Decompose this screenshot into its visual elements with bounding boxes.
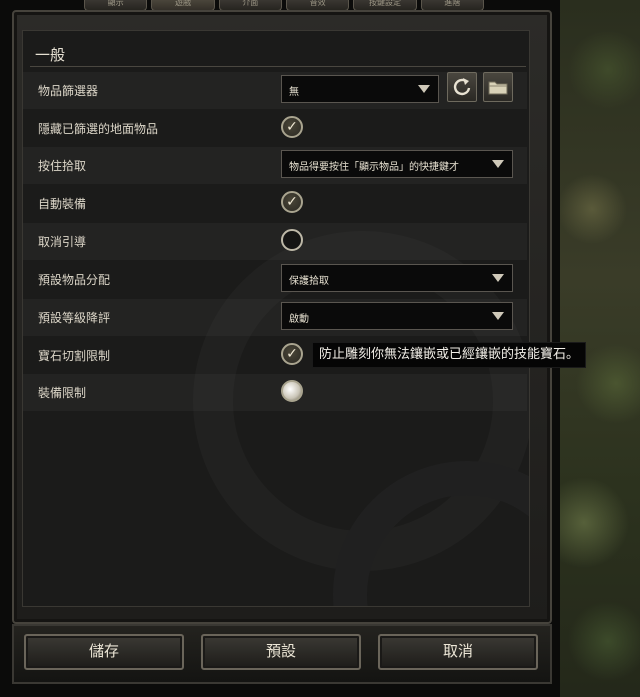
row-equip-limit: 裝備限制 [23, 374, 527, 411]
checkmark-icon: ✓ [286, 119, 298, 135]
hide-filtered-checkbox[interactable]: ✓ [281, 116, 303, 138]
row-default-downgrade: 預設等級降評 啟動 [23, 299, 527, 336]
tooltip: 防止雕刻你無法鑲嵌或已經鑲嵌的技能寶石。 [312, 342, 587, 368]
hold-pickup-value: 物品得要按住「顯示物品」的快捷鍵才 [289, 162, 459, 173]
default-downgrade-value: 啟動 [289, 314, 309, 325]
save-button[interactable]: 儲存 [24, 634, 184, 670]
hold-pickup-label: 按住拾取 [38, 159, 87, 173]
default-downgrade-dropdown[interactable]: 啟動 [281, 302, 513, 330]
hold-pickup-dropdown[interactable]: 物品得要按住「顯示物品」的快捷鍵才 [281, 150, 513, 178]
open-folder-button[interactable] [483, 72, 513, 102]
gem-cut-limit-checkbox[interactable]: ✓ [281, 343, 303, 365]
row-hide-filtered: 隱藏已篩選的地面物品 ✓ [23, 110, 527, 147]
chevron-down-icon [418, 85, 430, 93]
reset-icon [453, 78, 471, 96]
reset-filter-button[interactable] [447, 72, 477, 102]
row-item-filter: 物品篩選器 無 [23, 72, 527, 109]
auto-equip-label: 自動裝備 [38, 197, 87, 211]
settings-tabs: 顯示 遊戲 介面 音效 按鍵設定 進階 [84, 0, 484, 11]
section-title: 一般 [35, 46, 66, 64]
equip-limit-checkbox[interactable] [281, 380, 303, 402]
default-alloc-value: 保護拾取 [289, 276, 329, 287]
hide-filtered-label: 隱藏已篩選的地面物品 [38, 122, 159, 136]
default-alloc-dropdown[interactable]: 保護拾取 [281, 264, 513, 292]
cancel-guide-checkbox[interactable] [281, 229, 303, 251]
row-hold-pickup: 按住拾取 物品得要按住「顯示物品」的快捷鍵才 [23, 147, 527, 184]
default-alloc-label: 預設物品分配 [38, 273, 111, 287]
checkmark-icon: ✓ [286, 194, 298, 210]
equip-limit-label: 裝備限制 [38, 386, 87, 400]
item-filter-label: 物品篩選器 [38, 84, 99, 98]
gem-cut-limit-label: 寶石切割限制 [38, 349, 111, 363]
row-default-alloc: 預設物品分配 保護拾取 [23, 261, 527, 298]
checkmark-icon: ✓ [286, 346, 298, 362]
row-auto-equip: 自動裝備 ✓ [23, 185, 527, 222]
auto-equip-checkbox[interactable]: ✓ [281, 191, 303, 213]
cancel-guide-label: 取消引導 [38, 235, 87, 249]
cancel-button[interactable]: 取消 [378, 634, 538, 670]
chevron-down-icon [492, 160, 504, 168]
default-downgrade-label: 預設等級降評 [38, 311, 111, 325]
chevron-down-icon [492, 312, 504, 320]
folder-icon [488, 81, 508, 95]
item-filter-dropdown[interactable]: 無 [281, 75, 439, 103]
section-divider [30, 66, 526, 67]
row-cancel-guide: 取消引導 [23, 223, 527, 260]
default-button[interactable]: 預設 [201, 634, 361, 670]
chevron-down-icon [492, 274, 504, 282]
